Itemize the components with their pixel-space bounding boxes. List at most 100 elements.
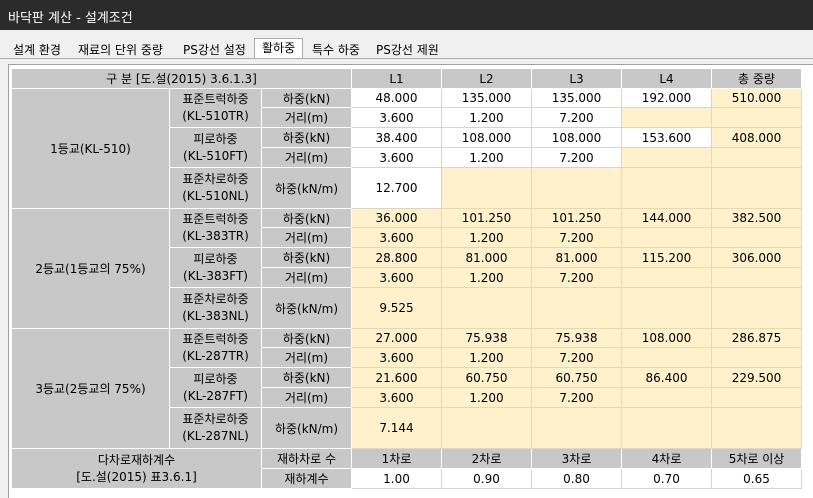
lane-factor-value[interactable]: 0.80 [532,469,622,489]
truck-load-l2[interactable]: 135.000 [442,89,532,108]
fatigue-distance-empty [712,268,802,288]
col-header-l2: L2 [442,69,532,89]
truck-distance-l3[interactable]: 7.200 [532,108,622,128]
lane-load-empty [442,168,532,209]
load-class-3: 3등교(2등교의 75%) [12,329,170,449]
truck-load-l2: 101.250 [442,209,532,228]
truck-distance-label: 거리(m) [262,108,352,128]
lane-count-header: 1차로 [352,449,442,469]
truck-load-l4: 108.000 [622,329,712,348]
lane-load-label-code: (KL-510NL) [182,189,249,203]
fatigue-distance-l3: 7.200 [532,268,622,288]
lane-count-header: 4차로 [622,449,712,469]
fatigue-distance-l2[interactable]: 1.200 [442,148,532,168]
load-factor-label: 재하계수 [262,469,352,489]
truck-load-total-weight: 382.500 [712,209,802,228]
lane-load-label: 표준차로하중 (KL-510NL) [170,168,262,209]
truck-load-label: 표준트럭하중 (KL-510TR) [170,89,262,128]
truck-load-l3: 101.250 [532,209,622,228]
truck-distance-empty [712,228,802,248]
fatigue-distance-l3: 7.200 [532,388,622,408]
fatigue-load-label-title: 피로하중 [193,371,238,386]
lane-load-empty [532,168,622,209]
lane-factor-value[interactable]: 1.00 [352,469,442,489]
fatigue-distance-empty [622,268,712,288]
loaded-lanes-label: 재하차로 수 [262,449,352,469]
truck-distance-l1: 3.600 [352,228,442,248]
fatigue-distance-l1: 3.600 [352,268,442,288]
fatigue-load-total-weight: 306.000 [712,248,802,268]
fatigue-distance-l2: 1.200 [442,268,532,288]
fatigue-load-unit-label: 하중(kN) [262,368,352,388]
lane-factor-value[interactable]: 0.70 [622,469,712,489]
lane-factor-value[interactable]: 0.65 [712,469,802,489]
fatigue-load-l1: 28.800 [352,248,442,268]
truck-load-l1: 27.000 [352,329,442,348]
truck-load-label-code: (KL-287TR) [182,349,249,363]
truck-load-l4[interactable]: 192.000 [622,89,712,108]
tab-ps-strand-specs[interactable]: PS강선 제원 [368,40,447,60]
truck-distance-l1[interactable]: 3.600 [352,108,442,128]
lane-load-empty [712,408,802,449]
truck-distance-empty [622,108,712,128]
fatigue-load-l4: 115.200 [622,248,712,268]
load-class-1: 1등교(KL-510) [12,89,170,209]
fatigue-load-label-title: 피로하중 [193,131,238,146]
truck-load-l3[interactable]: 135.000 [532,89,622,108]
lane-factor-value[interactable]: 0.90 [442,469,532,489]
truck-distance-l2[interactable]: 1.200 [442,108,532,128]
tab-divider [0,58,813,59]
fatigue-load-label: 피로하중 (KL-383FT) [170,248,262,288]
fatigue-distance-l3[interactable]: 7.200 [532,148,622,168]
truck-distance-empty [712,348,802,368]
fatigue-distance-label: 거리(m) [262,148,352,168]
lane-count-header: 3차로 [532,449,622,469]
truck-distance-empty [622,348,712,368]
fatigue-distance-label: 거리(m) [262,268,352,288]
lane-load-empty [712,288,802,329]
truck-load-unit-label: 하중(kN) [262,209,352,228]
tab-ps-strand-settings[interactable]: PS강선 설정 [175,40,254,60]
fatigue-distance-empty [712,388,802,408]
fatigue-load-label-code: (KL-510FT) [183,148,248,163]
lane-load-label-title: 표준차로하중 [182,292,249,306]
fatigue-load-label: 피로하중 (KL-287FT) [170,368,262,408]
lane-load-empty [532,288,622,329]
fatigue-load-l2[interactable]: 108.000 [442,128,532,148]
lane-load-value[interactable]: 12.700 [352,168,442,209]
lane-count-header: 2차로 [442,449,532,469]
tab-unit-weight[interactable]: 재료의 단위 중량 [70,40,171,60]
truck-distance-l2: 1.200 [442,228,532,248]
fatigue-distance-l1: 3.600 [352,388,442,408]
fatigue-load-unit-label: 하중(kN) [262,248,352,268]
fatigue-load-unit-label: 하중(kN) [262,128,352,148]
tab-design-environment[interactable]: 설계 환경 [5,40,69,60]
truck-load-label: 표준트럭하중 (KL-287TR) [170,329,262,368]
lane-load-unit-label: 하중(kN/m) [262,408,352,449]
truck-distance-l2: 1.200 [442,348,532,368]
fatigue-load-label: 피로하중 (KL-510FT) [170,128,262,168]
col-header-l3: L3 [532,69,622,89]
lane-load-label-title: 표준차로하중 [182,172,249,186]
multilane-factor-label-code: [도.설(2015) 표3.6.1] [76,469,197,484]
multilane-factor-label-title: 다차로재하계수 [97,452,176,467]
fatigue-distance-l1[interactable]: 3.600 [352,148,442,168]
lane-load-empty [622,168,712,209]
lane-load-empty [622,408,712,449]
fatigue-load-l4[interactable]: 153.600 [622,128,712,148]
truck-load-l1[interactable]: 48.000 [352,89,442,108]
fatigue-load-l2: 81.000 [442,248,532,268]
window-title: 바닥판 계산 - 설계조건 [8,11,133,26]
lane-load-unit-label: 하중(kN/m) [262,168,352,209]
truck-load-label-code: (KL-510TR) [182,109,249,123]
fatigue-load-label-title: 피로하중 [193,251,238,266]
lane-load-empty [622,288,712,329]
col-header-l1: L1 [352,69,442,89]
fatigue-load-l3[interactable]: 108.000 [532,128,622,148]
tab-special-load[interactable]: 특수 하중 [304,40,368,60]
title-bar: 바닥판 계산 - 설계조건 [0,0,813,30]
tab-live-load[interactable]: 활하중 [254,38,304,59]
truck-distance-l3: 7.200 [532,228,622,248]
fatigue-load-total-weight: 229.500 [712,368,802,388]
fatigue-load-l1[interactable]: 38.400 [352,128,442,148]
